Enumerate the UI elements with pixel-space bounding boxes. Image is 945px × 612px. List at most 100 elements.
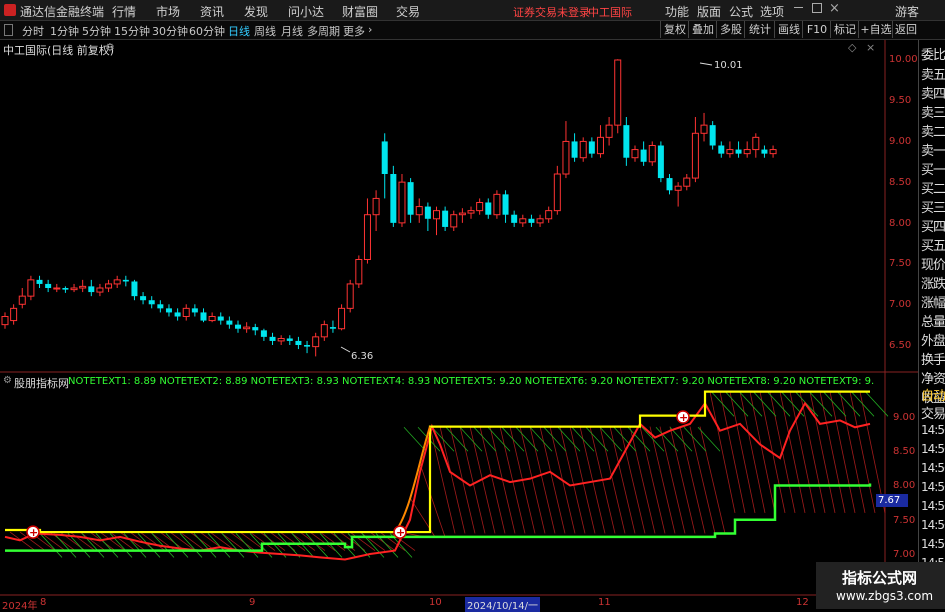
price-tick: 7.50 bbox=[889, 258, 912, 269]
menu-faxian[interactable]: 发现 bbox=[244, 3, 268, 20]
hatch-line bbox=[639, 426, 666, 534]
candle-body bbox=[191, 308, 198, 313]
hatch-line bbox=[557, 427, 581, 452]
maximize-icon[interactable] bbox=[812, 3, 822, 13]
menu-gongshi[interactable]: 公式 bbox=[729, 3, 753, 20]
f10-button[interactable]: F10 bbox=[802, 21, 831, 38]
candle-body bbox=[96, 287, 104, 293]
quote-label: 买二 bbox=[921, 182, 945, 197]
candle-body bbox=[113, 279, 121, 285]
quote-label: 卖二 bbox=[921, 125, 945, 140]
auto-trade-label[interactable]: 自动 bbox=[921, 385, 945, 404]
chart-canvas[interactable]: + + + bbox=[0, 40, 918, 609]
quote-label: 买一 bbox=[921, 163, 945, 178]
quote-label: 换手 bbox=[921, 353, 945, 368]
quote-label: 买四 bbox=[921, 220, 945, 235]
trade-label[interactable]: 交易 bbox=[921, 403, 945, 422]
candle-body bbox=[372, 197, 380, 216]
candle-body bbox=[691, 132, 699, 179]
chevron-right-icon[interactable]: › bbox=[368, 23, 372, 36]
svg-text:+: + bbox=[679, 411, 688, 424]
hatch-line bbox=[655, 427, 679, 452]
indicator-title: 股朋指标网 bbox=[14, 377, 69, 390]
candle-body bbox=[140, 296, 147, 301]
candle-body bbox=[502, 194, 509, 215]
period-5min[interactable]: 5分钟 bbox=[82, 23, 111, 39]
multi-stock-button[interactable]: 多股 bbox=[716, 21, 745, 38]
hatch-line bbox=[259, 531, 286, 551]
tick-time: 14:56 bbox=[921, 480, 945, 494]
candle-body bbox=[442, 210, 449, 227]
candle-body bbox=[743, 149, 751, 155]
hatch-line bbox=[529, 426, 556, 534]
broker-status[interactable]: 证券交易未登录 bbox=[513, 4, 590, 20]
guest-button[interactable]: 游客 bbox=[895, 3, 919, 20]
current-value-badge: 7.67 bbox=[876, 494, 908, 507]
candle-body bbox=[545, 210, 553, 220]
app-title: 通达信金融终端 bbox=[20, 5, 105, 19]
ramp-line bbox=[394, 426, 431, 533]
quote-panel: 委比 卖五 卖四 卖三 卖二 卖一 买一 买二 买三 买四 买五 现价 涨跌 涨… bbox=[918, 40, 945, 609]
candle-body bbox=[571, 141, 578, 158]
menu-caifuquan[interactable]: 财富圈 bbox=[342, 3, 378, 20]
hatch-line bbox=[585, 427, 609, 452]
menu-banmian[interactable]: 版面 bbox=[697, 3, 721, 20]
hatch-line bbox=[659, 426, 686, 534]
indicator-tick: 8.50 bbox=[893, 446, 916, 457]
quote-label: 外盘 bbox=[921, 334, 945, 349]
back-button[interactable]: 返回 bbox=[892, 21, 919, 38]
candle-body bbox=[312, 336, 320, 348]
hatch-line bbox=[709, 391, 736, 513]
period-30min[interactable]: 30分钟 bbox=[152, 23, 188, 39]
add-watchlist-button[interactable]: +自选 bbox=[858, 21, 893, 38]
menu-gongneng[interactable]: 功能 bbox=[665, 3, 689, 20]
menu-zixun[interactable]: 资讯 bbox=[200, 3, 224, 20]
price-tick: 7.00 bbox=[889, 299, 912, 310]
period-day[interactable]: 日线 bbox=[228, 23, 250, 39]
hatch-line bbox=[767, 392, 791, 417]
candle-body bbox=[70, 287, 78, 291]
draw-line-button[interactable]: 画线 bbox=[774, 21, 803, 38]
close-icon[interactable]: × bbox=[829, 1, 840, 16]
candle-body bbox=[493, 193, 501, 216]
panel-toggle-icon[interactable] bbox=[4, 24, 13, 36]
candle-body bbox=[131, 281, 138, 297]
period-month[interactable]: 月线 bbox=[281, 23, 303, 39]
hatch-line bbox=[221, 533, 245, 558]
menu-xuanxiang[interactable]: 选项 bbox=[760, 3, 784, 20]
menu-shichang[interactable]: 市场 bbox=[156, 3, 180, 20]
minimize-icon[interactable] bbox=[794, 7, 803, 8]
period-multi[interactable]: 多周期 bbox=[307, 23, 340, 39]
overlay-button[interactable]: 叠加 bbox=[688, 21, 717, 38]
menu-bar: 通达信金融终端 行情 市场 资讯 发现 问小达 财富圈 交易 证券交易未登录 中… bbox=[0, 0, 945, 21]
mark-button[interactable]: 标记 bbox=[830, 21, 859, 38]
hatch-line bbox=[837, 392, 861, 417]
cursor-date: 2024/10/14/一 bbox=[465, 597, 541, 612]
candle-body bbox=[485, 202, 492, 215]
menu-wenxiaoda[interactable]: 问小达 bbox=[288, 3, 324, 20]
stats-button[interactable]: 统计 bbox=[744, 21, 775, 38]
candle-body bbox=[709, 125, 716, 146]
fuquan-button[interactable]: 复权 bbox=[660, 21, 689, 38]
candle-body bbox=[1, 316, 9, 326]
period-fenshi[interactable]: 分时 bbox=[22, 23, 44, 39]
indicator-settings-icon[interactable]: ⚙ bbox=[3, 375, 12, 386]
tick-time: 14:56 bbox=[921, 461, 945, 475]
period-1min[interactable]: 1分钟 bbox=[50, 23, 79, 39]
hatch-line bbox=[193, 533, 217, 558]
candle-body bbox=[208, 316, 216, 322]
quote-label: 卖三 bbox=[921, 106, 945, 121]
menu-hangqing[interactable]: 行情 bbox=[112, 3, 136, 20]
candle-body bbox=[165, 308, 172, 313]
menu-jiaoyi[interactable]: 交易 bbox=[396, 3, 420, 20]
hatch-line bbox=[291, 533, 315, 558]
period-15min[interactable]: 15分钟 bbox=[114, 23, 150, 39]
svg-text:+: + bbox=[396, 526, 405, 539]
indicator-tick: 8.00 bbox=[893, 480, 916, 491]
candle-body bbox=[476, 202, 484, 212]
quote-label: 现价 bbox=[921, 258, 945, 273]
period-60min[interactable]: 60分钟 bbox=[189, 23, 225, 39]
period-week[interactable]: 周线 bbox=[254, 23, 276, 39]
candle-body bbox=[243, 326, 251, 330]
period-more[interactable]: 更多 bbox=[343, 23, 365, 39]
